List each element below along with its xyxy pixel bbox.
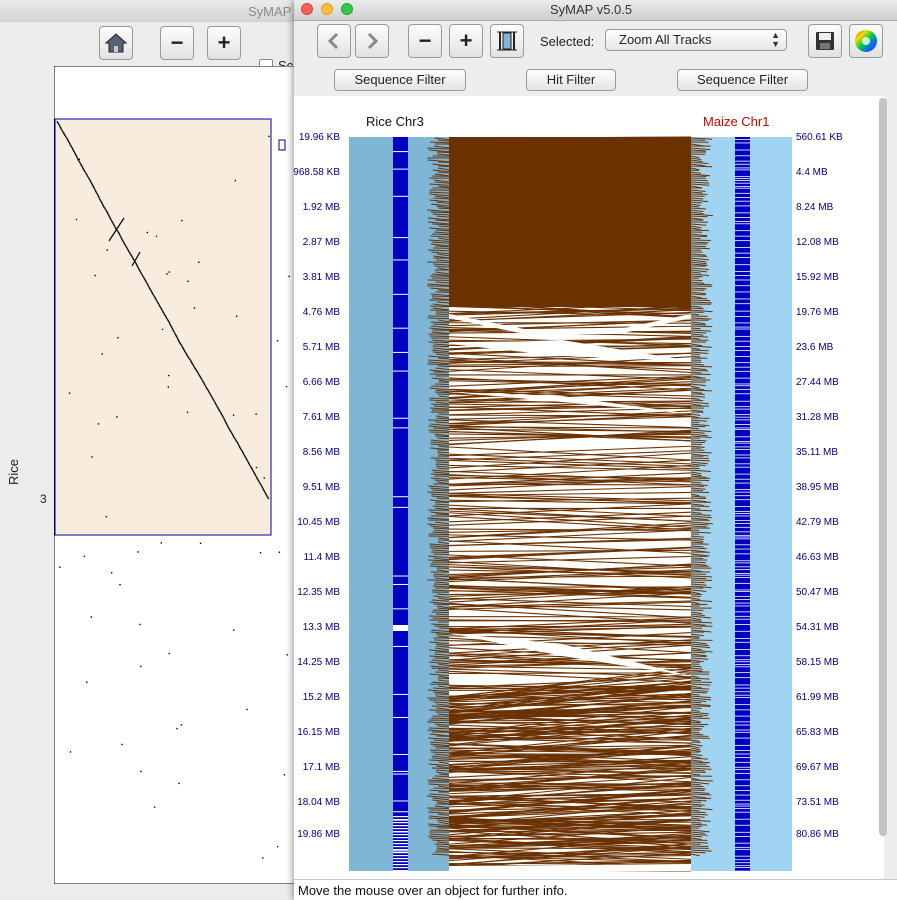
vertical-scrollbar[interactable] (879, 98, 887, 836)
query-tick-label: 58.15 MB (796, 657, 839, 668)
query-tick-label: 38.95 MB (796, 482, 839, 493)
reference-tick-label: 9.51 MB (288, 482, 340, 493)
reference-tick-label: 2.87 MB (288, 237, 340, 248)
status-bar: Move the mouse over an object for furthe… (294, 879, 897, 900)
forward-arrow-icon (356, 25, 388, 57)
hit-filter-button[interactable]: Hit Filter (526, 69, 616, 91)
save-icon (809, 25, 841, 57)
query-tick-label: 12.08 MB (796, 237, 839, 248)
query-tick-label: 35.11 MB (796, 447, 838, 458)
query-gene-bands (735, 137, 750, 871)
dotplot-chromosome-label: 3 (40, 492, 47, 506)
query-tick-label: 23.6 MB (796, 342, 833, 353)
dotplot-selection-block[interactable] (55, 119, 271, 535)
toolbar: − + (294, 20, 897, 64)
reference-tick-label: 16.15 MB (288, 727, 340, 738)
save-button[interactable] (808, 24, 842, 58)
query-tick-label: 31.28 MB (796, 412, 839, 423)
reference-gene-bands (393, 137, 408, 871)
zoom-out-button[interactable]: − (408, 24, 442, 58)
zoom-in-button[interactable]: + (449, 24, 483, 58)
reference-tick-label: 19.96 KB (288, 132, 340, 143)
reference-tick-label: 968.58 KB (288, 167, 340, 178)
forward-button[interactable] (355, 24, 389, 58)
query-tick-label: 65.83 MB (796, 727, 839, 738)
zoom-in-icon: + (208, 27, 240, 59)
hit-lines[interactable] (449, 137, 691, 871)
status-text: Move the mouse over an object for furthe… (298, 883, 568, 898)
fit-track-button[interactable] (490, 24, 524, 58)
chevron-updown-icon: ▲▼ (771, 31, 780, 49)
dotplot-y-axis-label: Rice (6, 459, 21, 485)
query-tick-label: 560.61 KB (796, 132, 843, 143)
color-button[interactable] (849, 24, 883, 58)
dot-plot[interactable] (54, 66, 298, 884)
reference-tick-label: 19.86 MB (288, 829, 340, 840)
reference-tick-label: 1.92 MB (288, 202, 340, 213)
reference-tick-label: 8.56 MB (288, 447, 340, 458)
reference-tick-label: 12.35 MB (288, 587, 340, 598)
color-wheel-icon (850, 25, 882, 57)
reference-tick-label: 17.1 MB (288, 762, 340, 773)
reference-track-title: Rice Chr3 (366, 114, 424, 129)
minimize-button[interactable] (321, 3, 333, 15)
home-icon (100, 27, 132, 59)
query-tick-label: 46.63 MB (796, 552, 839, 563)
left-sequence-filter-button[interactable]: Sequence Filter (334, 69, 466, 91)
reference-tick-label: 7.61 MB (288, 412, 340, 423)
query-track-title: Maize Chr1 (703, 114, 769, 129)
reference-tick-label: 13.3 MB (288, 622, 340, 633)
reference-tick-label: 11.4 MB (288, 552, 340, 563)
reference-tick-label: 18.04 MB (288, 797, 340, 808)
query-tick-label: 4.4 MB (796, 167, 828, 178)
home-button[interactable] (99, 26, 133, 60)
symap-window: SyMAP v5.0.5 − + (294, 0, 897, 899)
zoom-select-value: Zoom All Tracks (619, 32, 711, 47)
reference-tick-label: 5.71 MB (288, 342, 340, 353)
zoom-select[interactable]: Zoom All Tracks ▲▼ (605, 29, 787, 51)
close-button[interactable] (301, 3, 313, 15)
zoom-out-icon: − (161, 27, 193, 59)
reference-tick-label: 10.45 MB (288, 517, 340, 528)
back-zoom-in-button[interactable]: + (207, 26, 241, 60)
query-tick-label: 54.31 MB (796, 622, 839, 633)
query-tick-label: 80.86 MB (796, 829, 839, 840)
maximize-button[interactable] (341, 3, 353, 15)
query-tick-label: 15.92 MB (796, 272, 839, 283)
query-tick-label: 50.47 MB (796, 587, 839, 598)
right-sequence-filter-button[interactable]: Sequence Filter (677, 69, 808, 91)
query-tick-label: 42.79 MB (796, 517, 839, 528)
query-tick-label: 73.51 MB (796, 797, 839, 808)
back-arrow-icon (318, 25, 350, 57)
zoom-out-icon: − (409, 25, 441, 57)
reference-tick-label: 15.2 MB (288, 692, 340, 703)
reference-tick-label: 3.81 MB (288, 272, 340, 283)
query-tick-label: 27.44 MB (796, 377, 839, 388)
zoom-in-icon: + (450, 25, 482, 57)
fit-track-icon (491, 25, 523, 57)
back-zoom-out-button[interactable]: − (160, 26, 194, 60)
window-title: SyMAP v5.0.5 (550, 2, 632, 17)
selected-label: Selected: (540, 34, 594, 49)
query-tick-label: 19.76 MB (796, 307, 839, 318)
query-tick-label: 61.99 MB (796, 692, 839, 703)
back-window-title: SyMAP (248, 4, 291, 19)
window-titlebar[interactable]: SyMAP v5.0.5 (294, 0, 897, 21)
reference-tick-label: 4.76 MB (288, 307, 340, 318)
query-tick-label: 69.67 MB (796, 762, 839, 773)
reference-tick-label: 6.66 MB (288, 377, 340, 388)
reference-tick-label: 14.25 MB (288, 657, 340, 668)
query-tick-label: 8.24 MB (796, 202, 833, 213)
back-button[interactable] (317, 24, 351, 58)
